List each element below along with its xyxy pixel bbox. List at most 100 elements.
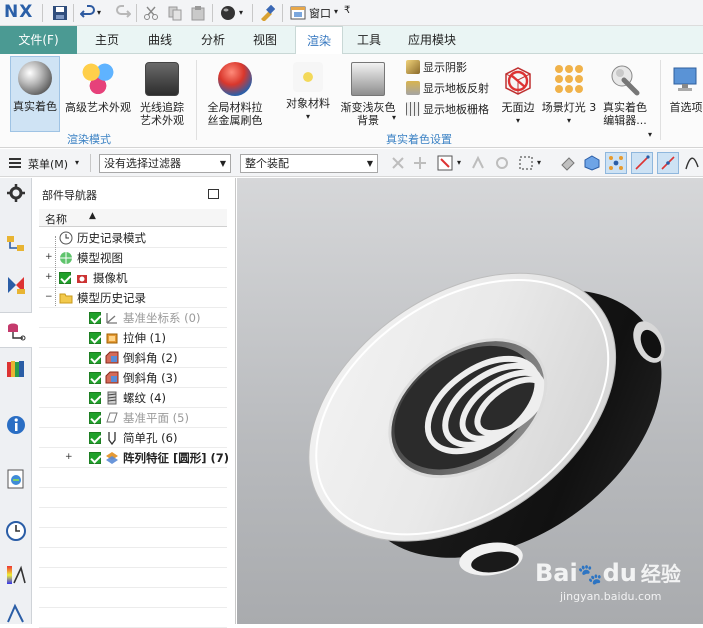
hole-icon — [108, 432, 116, 445]
visibility-checkbox[interactable] — [89, 332, 101, 344]
gear-icon[interactable] — [5, 182, 27, 204]
snap-toggle-active[interactable] — [605, 152, 627, 174]
web-browser-icon[interactable] — [5, 468, 27, 490]
chevron-down-icon[interactable]: ▾ — [540, 114, 598, 127]
tree-row[interactable]: 倒斜角 (3) — [39, 368, 227, 388]
tree-row[interactable]: 基准平面 (5) — [39, 408, 227, 428]
object-material-button[interactable]: 对象材料 ▾ — [282, 56, 334, 123]
file-menu[interactable]: 文件(F) — [0, 26, 77, 54]
chevron-down-icon[interactable]: ▾ — [392, 113, 396, 122]
visibility-checkbox[interactable] — [89, 452, 101, 464]
select-mode-icon[interactable] — [437, 155, 453, 171]
visibility-checkbox[interactable] — [89, 412, 101, 424]
midpoint-toggle-active[interactable] — [657, 152, 679, 174]
chevron-down-icon[interactable]: ▾ — [97, 8, 113, 24]
gradient-gray-button[interactable]: 渐变浅灰色背景 — [340, 56, 396, 127]
assembly-scope-dropdown[interactable]: 整个装配 ▼ — [240, 154, 378, 173]
show-floor-reflect-toggle[interactable]: 显示地板反射 — [406, 81, 489, 97]
tree-row[interactable]: 倒斜角 (2) — [39, 348, 227, 368]
cut-icon[interactable] — [143, 5, 159, 21]
tree-row[interactable]: 基准坐标系 (0) — [39, 308, 227, 328]
chevron-down-icon[interactable]: ▾ — [498, 114, 538, 127]
tree-row[interactable]: + 摄像机 — [39, 268, 227, 288]
visibility-checkbox[interactable] — [89, 392, 101, 404]
advanced-art-button[interactable]: 高级艺术外观 — [64, 56, 132, 114]
paste-icon[interactable] — [190, 5, 206, 21]
tree-row[interactable]: 历史记录模式 — [39, 228, 227, 248]
expand-icon[interactable]: + — [45, 273, 53, 282]
render-style-icon[interactable] — [220, 5, 236, 21]
visibility-checkbox[interactable] — [89, 312, 101, 324]
snap-icon[interactable] — [470, 155, 486, 171]
scene-light-button[interactable]: 场景灯光 3 ▾ — [540, 56, 598, 127]
global-material-button[interactable]: 全局材料拉丝金属刷色 — [204, 56, 266, 127]
copy-icon[interactable] — [167, 5, 183, 21]
rectangle-select-icon[interactable] — [518, 155, 534, 171]
chevron-down-icon[interactable]: ▾ — [75, 158, 79, 167]
curve-icon[interactable] — [684, 155, 700, 171]
customize-icon[interactable]: ₹ — [344, 5, 350, 16]
tab-analysis[interactable]: 分析 — [201, 26, 225, 54]
snap-point-icon[interactable] — [494, 155, 510, 171]
expand-icon[interactable]: + — [65, 453, 73, 462]
tree-row[interactable]: + 阵列特征 [圆形] (7) — [39, 448, 229, 468]
group-render-mode: 渲染模式 — [67, 133, 111, 146]
visibility-checkbox[interactable] — [89, 352, 101, 364]
show-shadow-toggle[interactable]: 显示阴影 — [406, 60, 467, 76]
reuse-library-icon[interactable] — [5, 358, 27, 380]
tree-row[interactable]: 螺纹 (4) — [39, 388, 227, 408]
constraint-navigator-icon[interactable] — [5, 274, 27, 296]
assembly-navigator-icon[interactable] — [5, 233, 27, 255]
visibility-checkbox[interactable] — [59, 272, 71, 284]
roles-icon[interactable] — [5, 602, 27, 624]
chevron-down-icon[interactable]: ▾ — [334, 7, 338, 16]
visibility-checkbox[interactable] — [89, 432, 101, 444]
menu-icon[interactable] — [8, 155, 22, 171]
no-face-edge-button[interactable]: 无面边 ▾ — [498, 56, 538, 127]
tree-row[interactable]: 简单孔 (6) — [39, 428, 227, 448]
tab-tools[interactable]: 工具 — [357, 26, 381, 54]
chevron-down-icon[interactable]: ▾ — [282, 110, 334, 123]
select-body-icon[interactable] — [412, 155, 428, 171]
tree-row[interactable]: − 模型历史记录 — [39, 288, 227, 308]
raytrace-art-button[interactable]: 光线追踪艺术外观 — [136, 56, 188, 127]
tab-application[interactable]: 应用模块 — [408, 26, 456, 54]
selection-filter-dropdown[interactable]: 没有选择过滤器 ▼ — [99, 154, 231, 173]
tree-row[interactable]: 拉伸 (1) — [39, 328, 227, 348]
chevron-down-icon[interactable]: ▾ — [457, 158, 461, 167]
graphics-window[interactable]: Bai🐾du 经验 jingyan.baidu.com — [237, 178, 703, 624]
maximize-icon[interactable] — [208, 189, 219, 199]
true-shading-editor-button[interactable]: 真实着色编辑器... — [600, 56, 650, 127]
part-navigator-tab-active[interactable] — [0, 312, 32, 348]
endpoint-toggle-active[interactable] — [631, 152, 653, 174]
separator — [42, 4, 43, 22]
window-menu[interactable]: 窗口 — [309, 5, 331, 21]
menu-button[interactable]: 菜单(M) — [28, 156, 68, 172]
eraser-icon[interactable] — [560, 155, 576, 171]
save-icon[interactable] — [52, 5, 68, 21]
true-shading-button[interactable]: 真实着色 — [10, 56, 60, 132]
tab-render[interactable]: 渲染 — [295, 26, 343, 55]
tab-home[interactable]: 主页 — [95, 26, 119, 54]
history-clock-icon[interactable] — [5, 520, 27, 542]
raytrace-icon — [145, 62, 179, 96]
expand-icon[interactable]: + — [45, 253, 53, 262]
system-scene-icon[interactable] — [5, 564, 27, 586]
chevron-down-icon[interactable]: ▾ — [648, 130, 652, 139]
visibility-checkbox[interactable] — [89, 372, 101, 384]
cube-icon[interactable] — [584, 155, 600, 171]
info-icon[interactable] — [5, 414, 27, 436]
show-floor-grid-toggle[interactable]: 显示地板栅格 — [406, 102, 489, 118]
collapse-icon[interactable]: − — [45, 293, 53, 302]
chevron-down-icon[interactable]: ▾ — [537, 158, 541, 167]
paint-icon[interactable] — [259, 5, 275, 21]
tab-view[interactable]: 视图 — [253, 26, 277, 54]
column-header[interactable]: 名称 ▲ — [39, 209, 227, 227]
undo-icon[interactable] — [80, 5, 96, 21]
window-icon[interactable] — [290, 5, 306, 21]
tree-row[interactable]: + 模型视图 — [39, 248, 227, 268]
redo-icon[interactable] — [115, 5, 131, 21]
preferences-button[interactable]: 首选项 — [666, 56, 703, 114]
select-feature-icon[interactable] — [390, 155, 406, 171]
tab-curve[interactable]: 曲线 — [148, 26, 172, 54]
